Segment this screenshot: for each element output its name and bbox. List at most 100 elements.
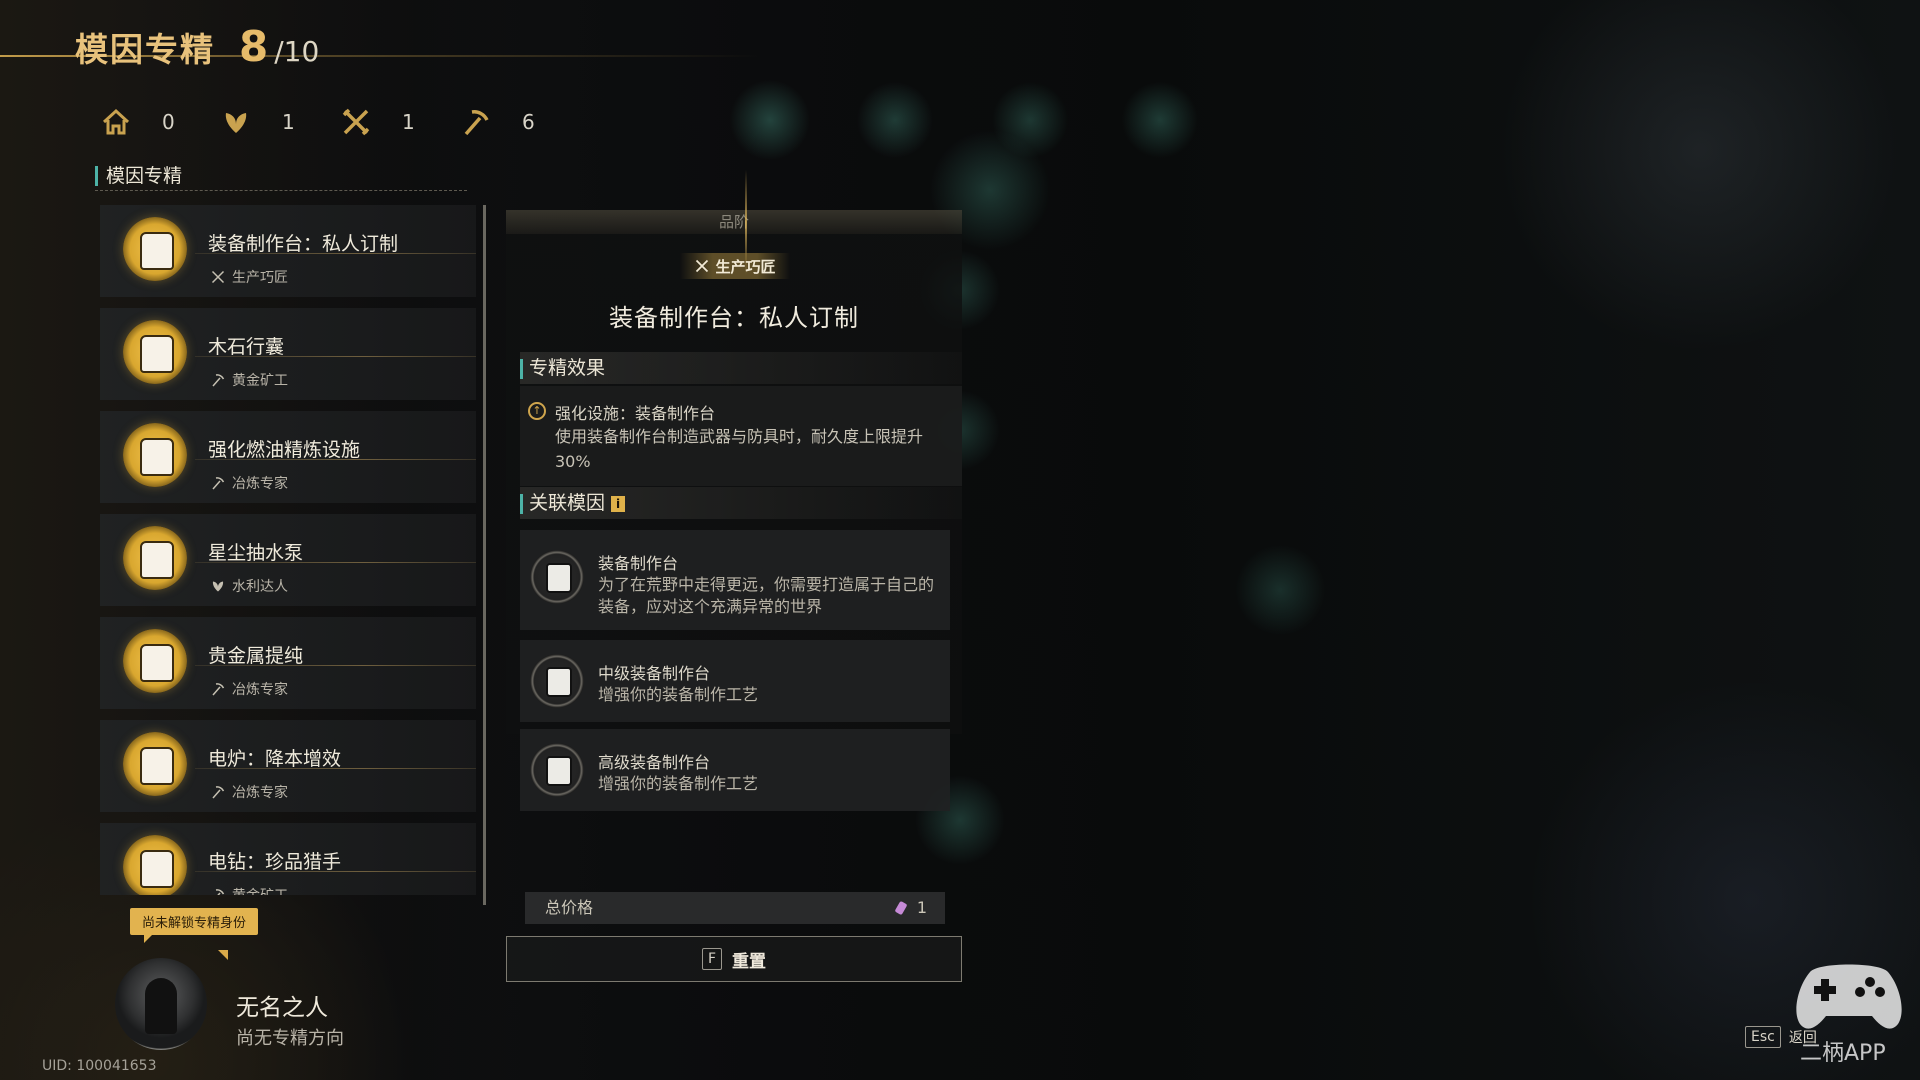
workbench-icon <box>123 217 187 281</box>
list-item[interactable]: 星尘抽水泵 水利达人 <box>100 514 476 606</box>
workbench-icon <box>530 654 584 708</box>
related-gene[interactable]: 中级装备制作台 增强你的装备制作工艺 <box>520 640 950 722</box>
item-category: 水利达人 <box>210 576 288 596</box>
metal-refining-icon <box>123 629 187 693</box>
header: 模因专精 8 /10 <box>75 22 319 71</box>
related-gene[interactable]: 高级装备制作台 增强你的装备制作工艺 <box>520 729 950 811</box>
item-category: 冶炼专家 <box>210 473 288 493</box>
stat-pickaxe: 6 <box>460 106 542 138</box>
related-header-label: 关联模因 <box>529 492 606 514</box>
stat-value: 6 <box>522 110 535 134</box>
mastery-count: 8 <box>239 22 269 71</box>
category-tag: 生产巧匠 <box>680 253 790 279</box>
gene-description: 增强你的装备制作工艺 <box>598 774 759 793</box>
category-label: 黄金矿工 <box>232 373 288 389</box>
crystal-icon <box>894 900 908 916</box>
identity-tooltip: 尚未解锁专精身份 <box>130 908 259 943</box>
key-hint-esc: Esc <box>1745 1026 1781 1048</box>
home-icon <box>102 108 130 135</box>
water-pump-icon <box>123 526 187 590</box>
profile-name: 无名之人 <box>236 995 328 1021</box>
item-name: 贵金属提纯 <box>208 645 304 667</box>
profile-direction: 尚无专精方向 <box>236 1028 344 1049</box>
stat-value: 1 <box>402 110 415 134</box>
avatar[interactable] <box>115 958 207 1050</box>
effect-section-header: 专精效果 <box>520 352 962 384</box>
workbench-icon <box>530 743 584 797</box>
reset-label: 重置 <box>732 951 767 972</box>
list-item[interactable]: 强化燃油精炼设施 冶炼专家 <box>100 411 476 503</box>
fuel-refinery-icon <box>123 423 187 487</box>
uid-label: UID: 100041653 <box>42 1058 157 1074</box>
gene-title: 高级装备制作台 <box>598 753 711 772</box>
gene-description: 增强你的装备制作工艺 <box>598 685 759 704</box>
price-label: 总价格 <box>545 898 594 917</box>
watermark-text: 二柄APP <box>1800 1041 1886 1066</box>
mastery-list[interactable]: 装备制作台：私人订制 生产巧匠 木石行囊 黄金矿工 强化燃油精炼设施 冶炼专家 … <box>100 205 476 895</box>
gene-title: 中级装备制作台 <box>598 664 711 683</box>
related-section-header: 关联模因 i <box>520 487 962 519</box>
category-label: 冶炼专家 <box>232 682 288 698</box>
category-label: 生产巧匠 <box>232 270 288 286</box>
drill-icon <box>123 835 187 895</box>
mastery-total: /10 <box>274 35 320 68</box>
tools-icon <box>342 108 370 136</box>
quality-bar: 品阶 <box>506 210 962 234</box>
related-gene[interactable]: 装备制作台 为了在荒野中走得更远，你需要打造属于自己的装备，应对这个充满异常的世… <box>520 530 950 630</box>
effect-title: 强化设施：装备制作台 <box>555 404 716 423</box>
category-tag-label: 生产巧匠 <box>715 257 776 276</box>
gene-title: 装备制作台 <box>598 554 679 573</box>
price-value: 1 <box>894 892 927 924</box>
corner-marker-icon <box>218 950 228 960</box>
backpack-icon <box>123 320 187 384</box>
leaf-icon <box>225 113 247 133</box>
tools-icon <box>211 270 225 284</box>
effect-description: 使用装备制作台制造武器与防具时，耐久度上限提升30% <box>555 427 924 471</box>
item-category: 冶炼专家 <box>210 782 288 802</box>
list-item[interactable]: 电炉：降本增效 冶炼专家 <box>100 720 476 812</box>
list-scrollbar[interactable] <box>483 205 486 905</box>
list-item[interactable]: 木石行囊 黄金矿工 <box>100 308 476 400</box>
tools-icon <box>696 259 709 273</box>
effect-header-label: 专精效果 <box>529 357 606 379</box>
category-label: 冶炼专家 <box>232 785 288 801</box>
item-category: 黄金矿工 <box>210 370 288 390</box>
pickaxe-icon <box>212 477 225 490</box>
item-name: 木石行囊 <box>208 336 285 358</box>
item-name: 装备制作台：私人订制 <box>208 233 399 255</box>
gene-description: 为了在荒野中走得更远，你需要打造属于自己的装备，应对这个充满异常的世界 <box>598 575 935 616</box>
item-category: 冶炼专家 <box>210 679 288 699</box>
reset-button[interactable]: F 重置 <box>506 936 962 982</box>
divider <box>95 190 467 191</box>
item-name: 星尘抽水泵 <box>208 542 304 564</box>
category-label: 水利达人 <box>232 579 288 595</box>
list-section-label: 模因专精 <box>95 166 182 186</box>
pickaxe-icon <box>215 889 225 895</box>
list-item[interactable]: 装备制作台：私人订制 生产巧匠 <box>100 205 476 297</box>
pickaxe-icon <box>464 110 489 136</box>
detail-title: 装备制作台：私人订制 <box>609 304 859 332</box>
info-icon[interactable]: i <box>611 495 626 512</box>
stat-value: 1 <box>282 110 295 134</box>
key-hint-f: F <box>701 948 723 970</box>
stat-tools: 1 <box>340 106 422 138</box>
list-item[interactable]: 贵金属提纯 冶炼专家 <box>100 617 476 709</box>
item-category: 黄金矿工 <box>210 885 288 895</box>
item-name: 电炉：降本增效 <box>208 748 342 770</box>
pickaxe-icon <box>212 683 225 696</box>
electric-furnace-icon <box>123 732 187 796</box>
category-label: 冶炼专家 <box>232 476 288 492</box>
category-label: 黄金矿工 <box>232 885 288 895</box>
stat-home: 0 <box>100 106 182 138</box>
list-item[interactable]: 电钻：珍品猎手 黄金矿工 <box>100 823 476 895</box>
stat-leaf: 1 <box>220 106 302 138</box>
item-name: 强化燃油精炼设施 <box>208 439 361 461</box>
stat-value: 0 <box>162 110 175 134</box>
leaf-icon <box>212 581 224 592</box>
pickaxe-icon <box>212 374 225 387</box>
item-name: 电钻：珍品猎手 <box>208 851 342 873</box>
workbench-icon <box>530 550 584 604</box>
total-price-row: 总价格 1 <box>525 892 945 924</box>
item-category: 生产巧匠 <box>210 267 288 287</box>
upgrade-icon: ↑ <box>528 402 546 420</box>
